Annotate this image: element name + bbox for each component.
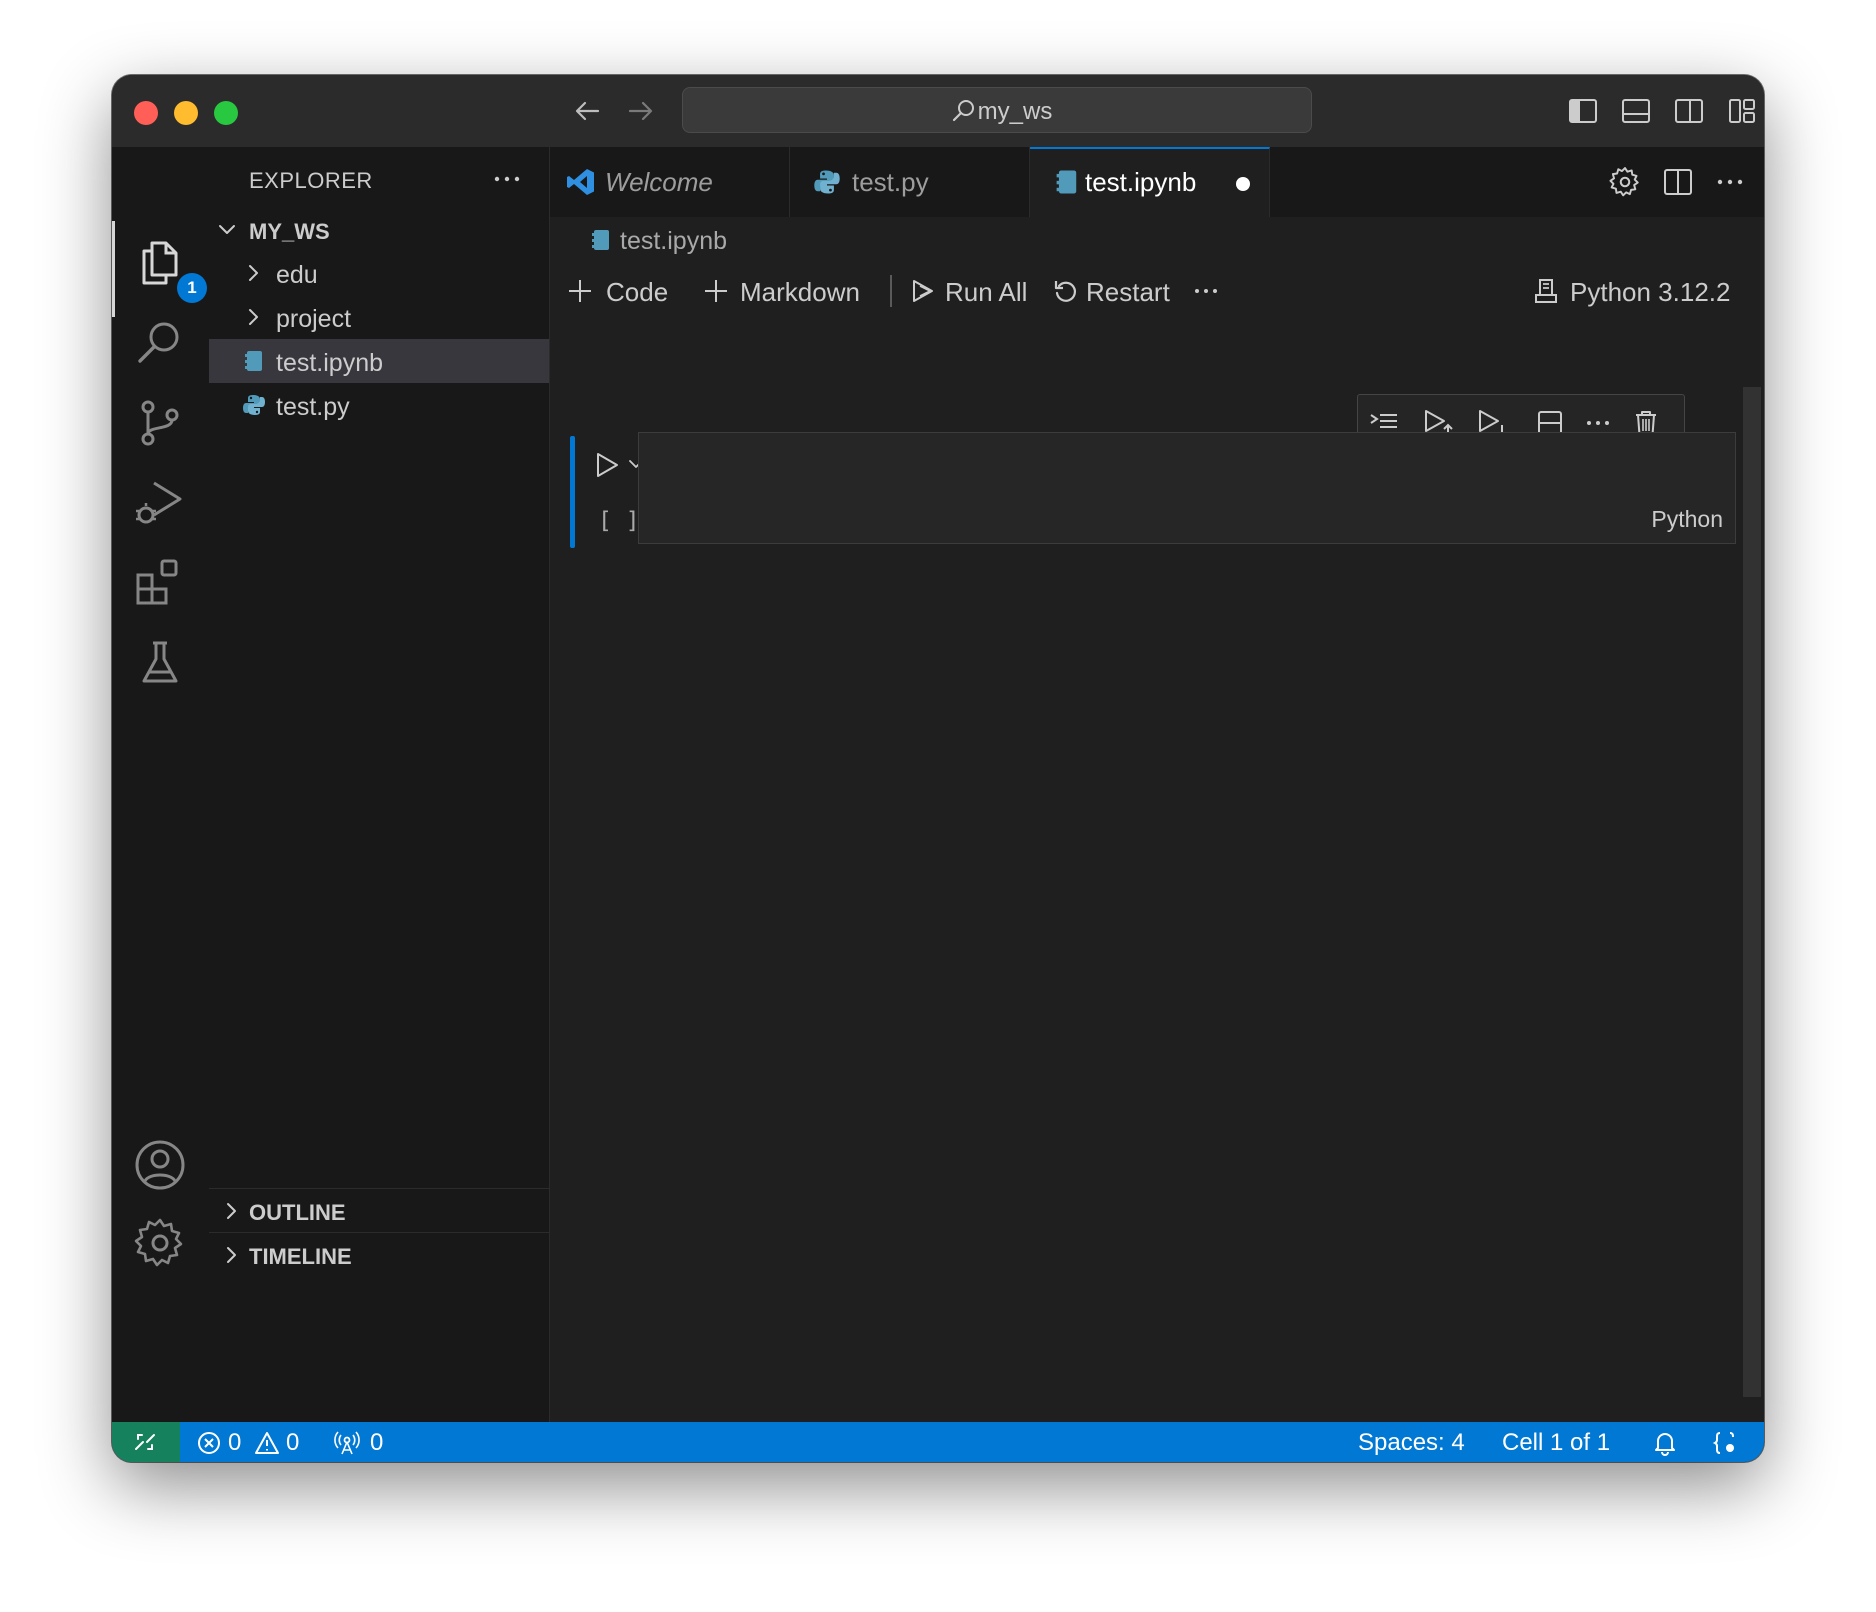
warning-count[interactable]: 0	[286, 1429, 299, 1457]
activity-bar: 1	[112, 147, 209, 1422]
python-icon	[241, 392, 267, 418]
chevron-right-icon	[219, 1243, 243, 1267]
tab-test-py[interactable]: test.py	[790, 147, 1030, 217]
workspace-folder[interactable]: MY_WS	[209, 207, 549, 251]
active-indicator	[112, 221, 115, 317]
workspace-label: MY_WS	[249, 219, 330, 244]
tab-label: test.py	[852, 167, 929, 197]
notebook-icon	[588, 227, 614, 253]
extensions-icon[interactable]	[132, 555, 188, 611]
outline-section[interactable]: OUTLINE	[209, 1188, 549, 1233]
tree-item-label: test.ipynb	[276, 349, 384, 377]
remote-icon	[132, 1429, 158, 1455]
zoom-window-button[interactable]	[214, 101, 238, 125]
chevron-right-icon	[219, 1199, 243, 1223]
add-markdown-cell-button[interactable]: Markdown	[702, 265, 882, 315]
tab-test-ipynb[interactable]: test.ipynb	[1030, 147, 1270, 217]
warning-icon[interactable]	[254, 1430, 280, 1456]
python-icon	[812, 167, 842, 197]
vscode-window: my_ws 1 EXPLORER MY_WS edu project test.…	[112, 75, 1764, 1462]
remote-indicator[interactable]	[112, 1422, 180, 1462]
back-arrow-icon[interactable]	[570, 93, 606, 129]
feedback-braces-icon[interactable]	[1712, 1430, 1738, 1456]
execution-count: [ ]	[598, 508, 640, 534]
tree-item-edu[interactable]: edu	[209, 251, 549, 295]
ports-broadcast-icon[interactable]	[334, 1430, 360, 1456]
section-label: OUTLINE	[249, 1200, 346, 1225]
title-bar: my_ws	[112, 75, 1764, 147]
toggle-secondary-sidebar-icon[interactable]	[1673, 95, 1705, 127]
notifications-bell-icon[interactable]	[1652, 1430, 1678, 1456]
restart-kernel-button[interactable]: Restart	[1052, 265, 1182, 315]
cell-focus-indicator	[570, 436, 575, 548]
timeline-section[interactable]: TIMELINE	[209, 1232, 549, 1277]
plus-icon	[702, 277, 730, 305]
explorer-sidebar: EXPLORER MY_WS edu project test.ipynb te…	[209, 147, 550, 1422]
chevron-right-icon	[241, 261, 265, 285]
unsaved-dot-icon[interactable]	[1236, 177, 1250, 191]
kernel-icon	[1532, 277, 1560, 305]
kernel-picker-button[interactable]: Python 3.12.2	[1532, 265, 1752, 315]
run-and-debug-icon[interactable]	[132, 475, 188, 531]
more-actions-icon	[1192, 277, 1220, 305]
status-bar: 0 0 0 Spaces: 4 Cell 1 of 1	[112, 1422, 1764, 1462]
tree-item-project[interactable]: project	[209, 295, 549, 339]
tree-item-test-py[interactable]: test.py	[209, 383, 549, 427]
error-icon[interactable]	[196, 1430, 222, 1456]
search-view-icon[interactable]	[132, 315, 188, 371]
editor-area: Welcome test.py test.ipynb test.ipynb Co…	[550, 147, 1764, 1422]
cell-position-status[interactable]: Cell 1 of 1	[1502, 1429, 1610, 1457]
run-all-button[interactable]: Run All	[910, 265, 1040, 315]
tab-bar: Welcome test.py test.ipynb	[550, 147, 1764, 217]
notebook-settings-gear-icon[interactable]	[1608, 165, 1642, 199]
run-all-icon	[910, 277, 938, 305]
minimize-window-button[interactable]	[174, 101, 198, 125]
notebook-cell[interactable]: [ ] Python	[550, 432, 1764, 552]
manage-gear-icon[interactable]	[132, 1215, 188, 1271]
cell-code-editor[interactable]: Python	[638, 432, 1736, 544]
toggle-primary-sidebar-icon[interactable]	[1567, 95, 1599, 127]
notebook-icon	[241, 348, 267, 374]
tree-item-test-ipynb[interactable]: test.ipynb	[209, 339, 549, 383]
command-center-search[interactable]: my_ws	[682, 87, 1312, 133]
sidebar-title: EXPLORER	[249, 168, 373, 193]
close-window-button[interactable]	[134, 101, 158, 125]
tree-item-label: edu	[276, 261, 318, 289]
plus-icon	[566, 277, 594, 305]
add-code-cell-button[interactable]: Code	[566, 265, 681, 315]
breadcrumb-label: test.ipynb	[620, 227, 728, 255]
cell-language-label[interactable]: Python	[1651, 506, 1723, 533]
explorer-icon[interactable]: 1	[132, 235, 207, 303]
source-control-icon[interactable]	[132, 395, 188, 451]
toolbar-divider	[890, 275, 892, 307]
tab-welcome[interactable]: Welcome	[550, 147, 790, 217]
run-cell-icon[interactable]	[592, 450, 622, 480]
restart-icon	[1052, 277, 1080, 305]
notebook-icon	[1052, 167, 1082, 197]
more-actions-icon[interactable]	[1713, 165, 1747, 199]
editor-scrollbar[interactable]	[1743, 387, 1761, 1397]
toggle-panel-icon[interactable]	[1620, 95, 1652, 127]
tree-item-label: project	[276, 305, 352, 333]
section-label: TIMELINE	[249, 1244, 352, 1269]
more-actions-icon[interactable]	[489, 161, 525, 197]
tab-label: Welcome	[605, 167, 713, 197]
command-center-label: my_ws	[977, 98, 1053, 125]
ports-count[interactable]: 0	[370, 1429, 383, 1457]
explorer-badge: 1	[177, 273, 207, 303]
indentation-status[interactable]: Spaces: 4	[1358, 1429, 1465, 1457]
accounts-icon[interactable]	[132, 1137, 188, 1193]
error-count[interactable]: 0	[228, 1429, 241, 1457]
tab-label: test.ipynb	[1085, 167, 1197, 197]
vscode-icon	[566, 167, 596, 197]
chevron-down-icon	[215, 217, 239, 241]
tree-item-label: test.py	[276, 393, 350, 421]
chevron-right-icon	[241, 305, 265, 329]
customize-layout-icon[interactable]	[1726, 95, 1758, 127]
testing-flask-icon[interactable]	[132, 635, 188, 691]
notebook-toolbar: Code Markdown Run All Restart Python 3.1…	[550, 265, 1764, 315]
split-editor-icon[interactable]	[1661, 165, 1695, 199]
toolbar-more-button[interactable]	[1192, 265, 1232, 315]
forward-arrow-icon[interactable]	[622, 93, 658, 129]
